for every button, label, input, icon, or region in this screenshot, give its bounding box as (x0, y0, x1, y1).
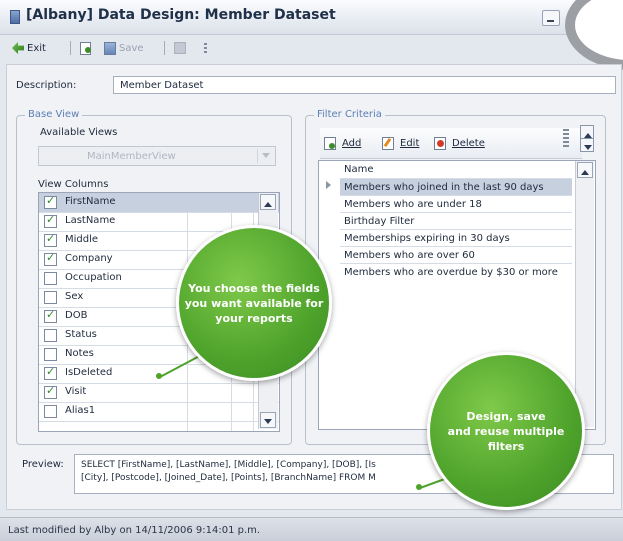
column-checkbox[interactable] (44, 329, 57, 342)
description-label: Description: (16, 80, 77, 91)
view-column-row[interactable]: Visit (39, 383, 279, 403)
status-bar: Last modified by Alby on 14/11/2006 9:14… (0, 517, 623, 541)
description-input[interactable]: Member Dataset (113, 76, 616, 94)
filter-criteria-title: Filter Criteria (314, 109, 385, 120)
preview-label: Preview: (22, 459, 64, 470)
main-toolbar: Exit Save (0, 35, 623, 59)
save-label: Save (119, 42, 144, 54)
column-name: Occupation (65, 272, 122, 283)
delete-icon (434, 137, 446, 150)
callout-right-line-3: filters (487, 439, 525, 453)
column-checkbox[interactable] (44, 251, 57, 266)
callout-right-line-1: Design, save (466, 409, 546, 423)
toolbar-separator (164, 41, 165, 55)
column-name: LastName (65, 215, 116, 226)
filters-callout-bubble: Design, save and reuse multiple filters (427, 352, 585, 510)
available-views-select[interactable]: MainMemberView (38, 146, 276, 166)
view-column-row[interactable]: FirstName (39, 193, 279, 213)
callout-pointer-dot (416, 484, 422, 490)
delete-filter-button[interactable]: Delete (434, 137, 485, 150)
callout-left-line-2: you want available for (184, 296, 324, 310)
new-button[interactable] (80, 40, 94, 56)
filter-row[interactable]: Members who joined in the last 90 days (340, 178, 572, 195)
delete-label: Delete (452, 138, 485, 149)
edit-filter-button[interactable]: Edit (382, 137, 419, 150)
view-column-row[interactable]: Alias1 (39, 402, 279, 422)
available-views-label: Available Views (40, 127, 118, 138)
filter-row[interactable]: Memberships expiring in 30 days (340, 229, 572, 246)
base-view-title: Base View (25, 109, 83, 120)
undo-icon (174, 42, 186, 54)
title-bar: [Albany] Data Design: Member Dataset (0, 0, 623, 35)
spin-up-icon[interactable] (580, 125, 594, 139)
column-name: Middle (65, 234, 99, 245)
save-button[interactable]: Save (104, 40, 144, 56)
column-checkbox[interactable] (44, 405, 57, 418)
edit-icon (382, 137, 394, 150)
column-checkbox[interactable] (44, 348, 57, 361)
column-checkbox[interactable] (44, 308, 57, 323)
column-checkbox[interactable] (44, 384, 57, 399)
spin-down-icon[interactable] (580, 138, 594, 152)
column-name: DOB (65, 310, 88, 321)
add-icon (324, 137, 336, 150)
column-name: Visit (65, 386, 87, 397)
column-name: Company (65, 253, 113, 264)
filter-row[interactable]: Birthday Filter (340, 212, 572, 229)
undo-button[interactable] (174, 40, 189, 56)
column-name: Notes (65, 348, 94, 359)
filter-row[interactable]: Members who are over 60 (340, 246, 572, 263)
column-checkbox[interactable] (44, 232, 57, 247)
column-checkbox[interactable] (44, 365, 57, 380)
scroll-up-icon[interactable] (260, 194, 276, 210)
column-name: FirstName (65, 196, 116, 207)
exit-button[interactable]: Exit (12, 40, 46, 56)
minimize-button[interactable] (542, 10, 560, 26)
window-icon (10, 10, 20, 24)
last-modified-status: Last modified by Alby on 14/11/2006 9:14… (8, 525, 261, 536)
filter-toolbar-spinner (580, 123, 594, 152)
window-title: [Albany] Data Design: Member Dataset (26, 7, 336, 23)
filter-name-column-header[interactable]: Name (340, 162, 574, 178)
scroll-up-icon[interactable] (577, 162, 593, 178)
callout-pointer-dot (156, 373, 162, 379)
edit-label: Edit (400, 138, 420, 149)
column-name: Status (65, 329, 97, 340)
filter-toolbar-grip[interactable] (563, 129, 569, 147)
scroll-down-icon[interactable] (260, 412, 276, 428)
toolbar-separator (70, 41, 71, 55)
toolbar-grip[interactable] (204, 43, 207, 55)
filter-list-scrollbar[interactable] (575, 161, 594, 427)
column-checkbox[interactable] (44, 213, 57, 228)
exit-label: Exit (27, 42, 46, 54)
filter-row[interactable]: Members who are overdue by $30 or more (340, 263, 572, 280)
callout-right-line-2: and reuse multiple (447, 424, 565, 438)
chevron-down-icon[interactable] (257, 149, 274, 163)
column-name: Sex (65, 291, 84, 302)
filter-row[interactable]: Members who are under 18 (340, 195, 572, 212)
filter-toolbar: Add Edit Delete (320, 128, 582, 159)
column-name: Alias1 (65, 405, 96, 416)
column-checkbox[interactable] (44, 272, 57, 285)
add-label: Add (342, 138, 362, 149)
new-document-icon (80, 41, 91, 55)
add-filter-button[interactable]: Add (324, 137, 361, 150)
app-window: [Albany] Data Design: Member Dataset Exi… (0, 0, 623, 541)
view-columns-label: View Columns (38, 179, 109, 190)
callout-left-line-1: You choose the fields (188, 281, 320, 295)
column-checkbox[interactable] (44, 291, 57, 304)
exit-icon (12, 42, 24, 54)
column-checkbox[interactable] (44, 194, 57, 209)
save-disk-icon (104, 41, 116, 55)
column-name: IsDeleted (65, 367, 113, 378)
callout-left-line-3: your reports (215, 311, 293, 325)
fields-callout-bubble: You choose the fields you want available… (176, 225, 332, 381)
row-selector-icon (326, 181, 335, 189)
